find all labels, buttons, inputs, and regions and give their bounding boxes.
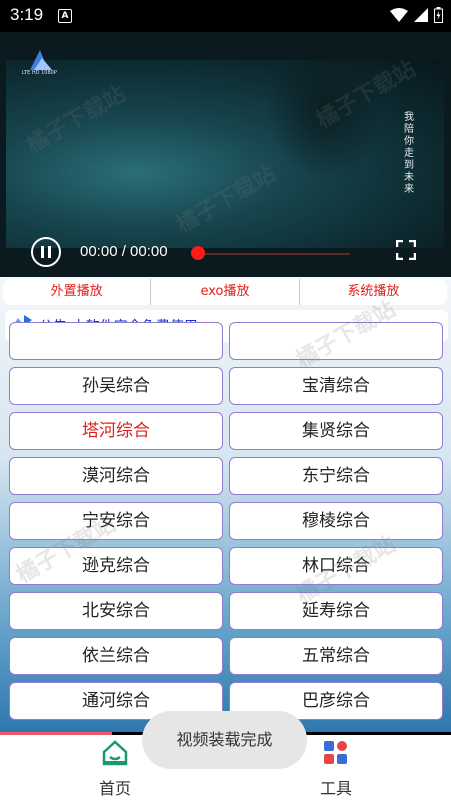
toast-message: 视频装载完成 (142, 711, 307, 769)
channel-logo-text: LTE HD 1080P (22, 70, 57, 76)
time-display: 00:00 / 00:00 (80, 243, 168, 260)
channel-button-hidden[interactable] (9, 322, 223, 360)
nav-tools[interactable]: 工具 (296, 739, 376, 799)
channel-button[interactable]: 五常综合 (229, 637, 443, 675)
video-overlay-text: 我陪你走到未来 (404, 112, 414, 195)
seek-knob[interactable] (191, 246, 205, 260)
channel-button[interactable]: 北安综合 (9, 592, 223, 630)
channel-button[interactable]: 依兰综合 (9, 637, 223, 675)
player-controls: 00:00 / 00:00 (0, 232, 451, 277)
tab-exo-player[interactable]: exo播放 (151, 279, 300, 305)
home-icon (102, 740, 128, 766)
channel-button[interactable]: 孙吴综合 (9, 367, 223, 405)
channel-button[interactable]: 集贤综合 (229, 412, 443, 450)
channel-button[interactable]: 穆棱综合 (229, 502, 443, 540)
tools-icon (324, 741, 347, 764)
tab-external-player[interactable]: 外置播放 (3, 279, 152, 305)
fullscreen-icon[interactable] (396, 240, 416, 260)
wifi-icon (390, 8, 408, 22)
video-player[interactable]: LTE HD 1080P 我陪你走到未来 橘子下载站 橘子下载站 橘子下载站 0… (0, 32, 451, 277)
status-time: 3:19 (10, 5, 44, 24)
channel-grid: 孙吴综合 宝清综合 塔河综合 集贤综合 漠河综合 东宁综合 宁安综合 穆棱综合 … (0, 297, 451, 732)
channel-button[interactable]: 漠河综合 (9, 457, 223, 495)
channel-content: 外置播放 exo播放 系统播放 公告:本软件完全免费使用 孙吴综合 宝清综合 塔… (0, 277, 451, 732)
channel-button[interactable]: 宝清综合 (229, 367, 443, 405)
signal-icon (414, 8, 428, 22)
status-icons (390, 7, 443, 23)
nav-tools-label: 工具 (319, 779, 352, 798)
battery-icon (434, 7, 443, 23)
status-bar: 3:19 A (0, 0, 451, 32)
notification-icon: A (58, 9, 72, 23)
seek-bar[interactable] (199, 253, 350, 255)
pause-button[interactable] (31, 237, 61, 267)
channel-button[interactable]: 东宁综合 (229, 457, 443, 495)
nav-home-label: 首页 (98, 779, 131, 798)
channel-button[interactable]: 延寿综合 (229, 592, 443, 630)
channel-button-selected[interactable]: 塔河综合 (9, 412, 223, 450)
